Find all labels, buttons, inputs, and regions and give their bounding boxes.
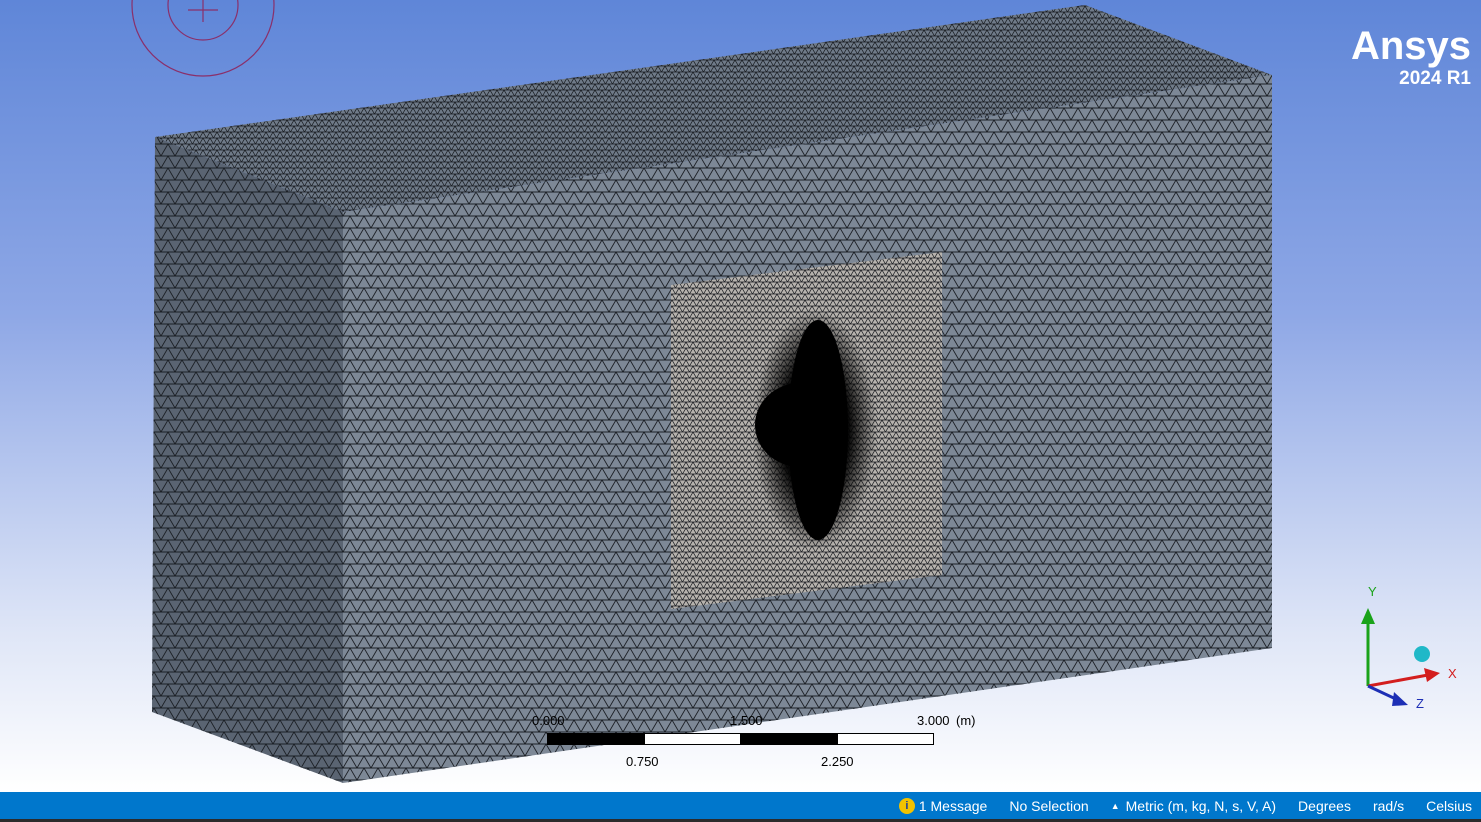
mesh-view[interactable] bbox=[0, 0, 1481, 792]
caret-up-icon: ▲ bbox=[1110, 800, 1120, 811]
ansys-logo: Ansys 2024 R1 bbox=[1351, 26, 1471, 90]
isometric-ball-icon[interactable] bbox=[1414, 646, 1430, 662]
y-axis-label: Y bbox=[1368, 584, 1377, 599]
scale-label-0: 0.000 bbox=[532, 713, 565, 728]
message-info-icon bbox=[898, 797, 915, 814]
angular-velocity-unit[interactable]: rad/s bbox=[1373, 798, 1404, 814]
angle-unit[interactable]: Degrees bbox=[1298, 798, 1351, 814]
scale-label-mid-2: 2.250 bbox=[821, 754, 854, 769]
graphics-viewport[interactable]: Ansys 2024 R1 0.000 1.500 3.000 (m) 0.75… bbox=[0, 0, 1481, 792]
box-left-face[interactable] bbox=[152, 137, 343, 783]
rotate-cursor-icon bbox=[131, 0, 275, 77]
scale-unit: (m) bbox=[956, 713, 976, 728]
scale-label-2: 3.000 bbox=[917, 713, 950, 728]
z-axis-label: Z bbox=[1416, 696, 1424, 711]
units-label: Metric (m, kg, N, s, V, A) bbox=[1125, 797, 1277, 814]
status-bar: 1 Message No Selection ▲ Metric (m, kg, … bbox=[0, 792, 1481, 819]
units-selector[interactable]: ▲ Metric (m, kg, N, s, V, A) bbox=[1111, 798, 1276, 814]
scale-segment-4 bbox=[837, 733, 934, 745]
logo-name: Ansys bbox=[1350, 24, 1471, 68]
x-axis-icon bbox=[1367, 673, 1429, 688]
scale-label-mid-1: 0.750 bbox=[626, 754, 659, 769]
x-axis-label: X bbox=[1448, 666, 1457, 681]
scale-segment-1 bbox=[547, 733, 645, 745]
scale-segment-3 bbox=[740, 733, 838, 745]
logo-release: 2024 R1 bbox=[1399, 68, 1471, 89]
scale-segment-2 bbox=[644, 733, 741, 745]
selection-status: No Selection bbox=[1009, 797, 1089, 814]
scale-bar: 0.000 1.500 3.000 (m) 0.750 2.250 bbox=[500, 705, 1020, 785]
messages-status[interactable]: 1 Message bbox=[898, 797, 988, 814]
messages-label: 1 Message bbox=[918, 797, 988, 814]
temperature-unit[interactable]: Celsius bbox=[1426, 798, 1472, 814]
refined-mesh-region[interactable] bbox=[671, 252, 942, 609]
scale-label-1: 1.500 bbox=[730, 713, 763, 728]
axis-triad[interactable]: Y X Z bbox=[1350, 578, 1460, 718]
